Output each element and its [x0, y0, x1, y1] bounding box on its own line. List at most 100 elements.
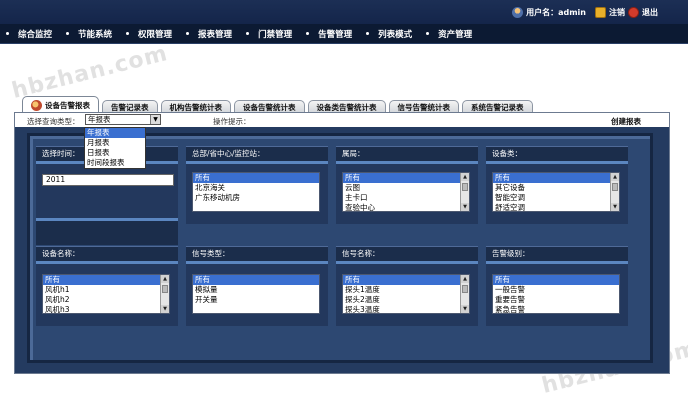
card-org: 总部/省中心/监控站： 所有 北京海关 广东移动机房 [186, 146, 328, 224]
device-type-listbox[interactable]: 所有 其它设备 智能空调 舒适空调 ▲ ▼ [492, 172, 620, 212]
list-item[interactable]: 主卡口 [343, 193, 469, 203]
logout-link[interactable]: 注销 [609, 7, 625, 18]
list-item[interactable]: 风机h3 [43, 305, 169, 313]
scrollbar[interactable]: ▲ ▼ [160, 275, 169, 313]
signal-name-listbox[interactable]: 所有 探头1温度 探头2温度 探头3温度 ▲ ▼ [342, 274, 470, 314]
exit-link[interactable]: 退出 [642, 7, 658, 18]
list-item[interactable]: 所有 [193, 275, 319, 285]
scroll-up-icon[interactable]: ▲ [461, 275, 469, 283]
list-item[interactable]: 探头1温度 [343, 285, 469, 295]
scroll-thumb[interactable] [462, 183, 468, 191]
list-item[interactable]: 风机h1 [43, 285, 169, 295]
query-toolbar: 选择查询类型： 年报表 ▼ 操作提示： 创建报表 [15, 113, 669, 127]
query-type-select[interactable]: 年报表 ▼ [85, 114, 161, 125]
bullet-icon [366, 32, 370, 35]
nav-item-access[interactable]: 门禁管理 [240, 24, 300, 44]
bullet-icon [6, 32, 9, 35]
bullet-icon [306, 32, 310, 35]
card-device-name: 设备名称： 所有 风机h1 风机h2 风机h3 ▲ ▼ [36, 246, 178, 326]
dropdown-option[interactable]: 年报表 [85, 128, 145, 138]
scroll-down-icon[interactable]: ▼ [461, 305, 469, 313]
dropdown-option[interactable]: 月报表 [85, 138, 145, 148]
list-item[interactable]: 所有 [493, 275, 619, 285]
main-nav: 综合监控 节能系统 权限管理 报表管理 门禁管理 告警管理 列表模式 资产管理 [0, 24, 688, 44]
scrollbar[interactable]: ▲ ▼ [610, 173, 619, 211]
list-item[interactable]: 一般告警 [493, 285, 619, 295]
list-item[interactable]: 探头2温度 [343, 295, 469, 305]
list-item[interactable]: 广东移动机房 [193, 193, 319, 203]
list-item[interactable]: 所有 [43, 275, 169, 285]
top-bar: 用户名：admin 注销 退出 [0, 0, 688, 24]
list-item[interactable]: 查验中心 [343, 203, 469, 211]
bullet-icon [186, 32, 190, 35]
scroll-down-icon[interactable]: ▼ [611, 203, 619, 211]
scroll-up-icon[interactable]: ▲ [161, 275, 169, 283]
list-item[interactable]: 所有 [343, 275, 469, 285]
device-name-listbox[interactable]: 所有 风机h1 风机h2 风机h3 ▲ ▼ [42, 274, 170, 314]
create-report-button[interactable]: 创建报表 [611, 116, 641, 127]
list-item[interactable]: 开关量 [193, 295, 319, 305]
card-title: 信号名称： [336, 247, 478, 261]
org-listbox[interactable]: 所有 北京海关 广东移动机房 [192, 172, 320, 212]
nav-item-overview[interactable]: 综合监控 [0, 24, 60, 44]
room-listbox[interactable]: 所有 云图 主卡口 查验中心 ▲ ▼ [342, 172, 470, 212]
query-type-dropdown[interactable]: 年报表 月报表 日报表 时间段报表 [84, 127, 146, 169]
card-device-type: 设备类： 所有 其它设备 智能空调 舒适空调 ▲ ▼ [486, 146, 628, 224]
nav-item-permission[interactable]: 权限管理 [120, 24, 180, 44]
list-item[interactable]: 紧急告警 [493, 305, 619, 313]
card-title: 设备名称： [36, 247, 178, 261]
scrollbar[interactable]: ▲ ▼ [460, 275, 469, 313]
hint-label: 操作提示： [213, 117, 251, 126]
bullet-icon [246, 32, 250, 35]
scroll-down-icon[interactable]: ▼ [461, 203, 469, 211]
year-input[interactable]: 2011 [42, 174, 174, 186]
scroll-down-icon[interactable]: ▼ [161, 305, 169, 313]
chevron-down-icon[interactable]: ▼ [150, 115, 160, 124]
list-item[interactable]: 智能空调 [493, 193, 619, 203]
card-title: 总部/省中心/监控站： [186, 147, 328, 161]
dropdown-option[interactable]: 时间段报表 [85, 158, 145, 168]
signal-type-listbox[interactable]: 所有 模拟量 开关量 [192, 274, 320, 314]
scroll-up-icon[interactable]: ▲ [611, 173, 619, 181]
card-alarm-level: 告警级别： 所有 一般告警 重要告警 紧急告警 [486, 246, 628, 326]
watermark-top: hbzhan.com [9, 41, 171, 104]
card-title: 信号类型： [186, 247, 328, 261]
list-item[interactable]: 舒适空调 [493, 203, 619, 211]
list-item[interactable]: 所有 [193, 173, 319, 183]
nav-item-alarm[interactable]: 告警管理 [300, 24, 360, 44]
dropdown-option[interactable]: 日报表 [85, 148, 145, 158]
list-item[interactable]: 北京海关 [193, 183, 319, 193]
username-label: 用户名：admin [526, 8, 586, 17]
list-item[interactable]: 所有 [343, 173, 469, 183]
list-item[interactable]: 探头3温度 [343, 305, 469, 313]
scrollbar[interactable]: ▲ ▼ [460, 173, 469, 211]
list-item[interactable]: 模拟量 [193, 285, 319, 295]
card-room: 属局： 所有 云图 主卡口 查验中心 ▲ ▼ [336, 146, 478, 224]
list-item[interactable]: 云图 [343, 183, 469, 193]
bullet-icon [66, 32, 70, 35]
app-window: 用户名：admin 注销 退出 综合监控 节能系统 权限管理 报表管理 门禁管理… [0, 0, 688, 406]
scroll-thumb[interactable] [612, 183, 618, 191]
nav-item-list[interactable]: 列表模式 [360, 24, 420, 44]
exit-icon[interactable] [628, 7, 639, 18]
list-item[interactable]: 其它设备 [493, 183, 619, 193]
nav-item-energy[interactable]: 节能系统 [60, 24, 120, 44]
card-title: 属局： [336, 147, 478, 161]
report-icon [31, 100, 42, 111]
nav-item-asset[interactable]: 资产管理 [420, 24, 480, 44]
list-item[interactable]: 所有 [493, 173, 619, 183]
bullet-icon [426, 32, 430, 35]
scroll-thumb[interactable] [462, 285, 468, 293]
logout-icon[interactable] [595, 7, 606, 18]
user-icon [512, 7, 524, 18]
list-item[interactable]: 风机h2 [43, 295, 169, 305]
scroll-up-icon[interactable]: ▲ [461, 173, 469, 181]
alarm-level-listbox[interactable]: 所有 一般告警 重要告警 紧急告警 [492, 274, 620, 314]
card-title: 告警级别： [486, 247, 628, 261]
user-area: 用户名：admin 注销 退出 [512, 7, 658, 18]
nav-item-report[interactable]: 报表管理 [180, 24, 240, 44]
query-type-label: 选择查询类型： [27, 117, 80, 126]
scroll-thumb[interactable] [162, 285, 168, 293]
list-item[interactable]: 重要告警 [493, 295, 619, 305]
card-signal-name: 信号名称： 所有 探头1温度 探头2温度 探头3温度 ▲ ▼ [336, 246, 478, 326]
